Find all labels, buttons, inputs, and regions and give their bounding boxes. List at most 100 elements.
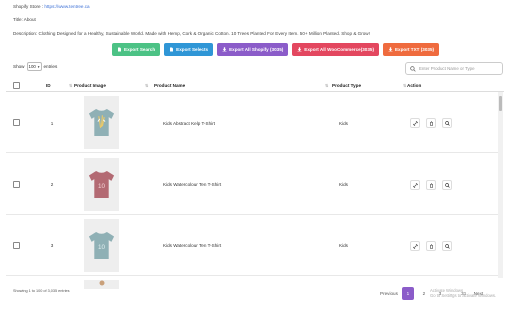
page-1-button[interactable]: 1 [401, 287, 414, 300]
header-action: Action [407, 83, 421, 88]
store-description: Description: Clothing Designed for a Hea… [13, 31, 370, 36]
link-icon [412, 120, 418, 126]
search-input[interactable]: Enter Product Name or Type [405, 62, 503, 75]
length-control: Show 100 ▾ entries [13, 62, 57, 71]
link-button[interactable] [410, 241, 420, 251]
products-table: ID ⇅ Product Image ⇅ Product Name ⇅ Prod… [6, 80, 504, 289]
windows-watermark: Activate Windows Go to Settings to activ… [430, 288, 496, 298]
table-row: 3 10 Kids Watercolour Ten T-Shirt Kids [6, 216, 499, 276]
search-placeholder: Enter Product Name or Type [419, 66, 475, 71]
header-image-label: Product Image [74, 83, 106, 88]
product-image[interactable] [84, 280, 119, 289]
export-txt-button[interactable]: Export TXT (3035) [382, 43, 440, 56]
search-icon [444, 120, 450, 126]
watermark-line-2: Go to Settings to activate Windows. [430, 293, 497, 298]
button-label: Export Selects [176, 47, 209, 52]
header-type[interactable]: Product Type [332, 83, 361, 88]
search-icon [444, 243, 450, 249]
header-image[interactable]: Product Image [74, 83, 106, 88]
row-id: 2 [50, 182, 54, 187]
export-toolbar: Export Search Export Selects Export All … [112, 43, 440, 56]
tshirt-icon: 10 [88, 232, 115, 259]
sort-icon: ⇅ [325, 83, 329, 88]
table-info: Showing 1 to 100 of 3,035 entries [13, 289, 70, 293]
header-id[interactable]: ID [46, 83, 51, 88]
button-label: Export All WooCommerce(3035) [304, 47, 374, 52]
sort-icon: ⇅ [69, 83, 73, 88]
svg-text:10: 10 [98, 244, 106, 251]
link-icon [412, 182, 418, 188]
delete-button[interactable] [426, 180, 436, 190]
link-icon [412, 243, 418, 249]
product-image[interactable]: 10 [84, 219, 119, 272]
delete-button[interactable] [426, 118, 436, 128]
product-image[interactable] [84, 96, 119, 149]
view-button[interactable] [442, 180, 452, 190]
row-checkbox[interactable] [13, 181, 20, 188]
store-title: Title: About [13, 17, 36, 22]
row-actions [410, 180, 452, 190]
header-name-label: Product Name [154, 83, 186, 88]
view-button[interactable] [442, 118, 452, 128]
trash-icon [429, 182, 433, 188]
button-label: Export All Shopify (3035) [229, 47, 284, 52]
export-all-woocommerce-button[interactable]: Export All WooCommerce(3035) [292, 43, 379, 56]
file-icon [118, 47, 121, 52]
scrollbar-thumb[interactable] [499, 96, 502, 111]
tshirt-icon [99, 280, 104, 286]
row-id: 1 [50, 121, 54, 126]
select-all-checkbox[interactable] [13, 82, 20, 89]
row-actions [410, 118, 452, 128]
product-name: Kids Abstract Kelp T-Shirt [163, 121, 215, 126]
export-all-shopify-button[interactable]: Export All Shopify (3035) [217, 43, 289, 56]
svg-text:10: 10 [98, 183, 106, 190]
header-type-label: Product Type [332, 83, 362, 88]
product-name: Kids Watercolour Ten T-Shirt [163, 182, 222, 187]
store-link[interactable]: https://www.tentree.ca [44, 4, 89, 9]
download-icon [388, 47, 393, 52]
download-icon [222, 47, 227, 52]
page-size-value: 100 [28, 64, 36, 69]
export-search-button[interactable]: Export Search [112, 43, 161, 56]
button-label: Export Search [124, 47, 156, 52]
export-selects-button[interactable]: Export Selects [164, 43, 214, 56]
link-button[interactable] [410, 118, 420, 128]
sort-icon: ⇅ [403, 83, 407, 88]
store-label: Shopify Store : [13, 4, 44, 9]
delete-button[interactable] [426, 241, 436, 251]
search-icon [410, 65, 416, 72]
table-row: 2 10 Kids Watercolour Ten T-Shirt Kids [6, 154, 499, 215]
header-action-label: Action [407, 83, 422, 88]
link-button[interactable] [410, 180, 420, 190]
row-checkbox[interactable] [13, 242, 20, 249]
row-id: 3 [50, 243, 54, 248]
tshirt-icon [88, 109, 115, 136]
header-name[interactable]: Product Name [154, 83, 185, 88]
product-image[interactable]: 10 [84, 158, 119, 211]
download-icon [297, 47, 302, 52]
sort-icon: ⇅ [145, 83, 149, 88]
product-type: Kids [339, 121, 348, 126]
row-actions [410, 241, 452, 251]
chevron-down-icon: ▾ [37, 64, 40, 69]
show-label: Show [13, 64, 25, 69]
product-type: Kids [339, 243, 348, 248]
table-scrollbar[interactable] [498, 92, 503, 278]
store-info: Shopify Store : https://www.tentree.ca [13, 4, 90, 10]
trash-icon [429, 243, 433, 249]
previous-button[interactable]: Previous [380, 291, 398, 296]
entries-label: entries [43, 64, 58, 69]
trash-icon [429, 120, 433, 126]
tshirt-icon: 10 [88, 171, 115, 198]
button-label: Export TXT (3035) [394, 47, 435, 52]
product-type: Kids [339, 182, 348, 187]
file-icon [170, 47, 174, 52]
page-size-select[interactable]: 100 ▾ [26, 62, 42, 71]
table-header: ID ⇅ Product Image ⇅ Product Name ⇅ Prod… [6, 80, 504, 92]
row-checkbox[interactable] [13, 119, 20, 126]
view-button[interactable] [442, 241, 452, 251]
product-name: Kids Watercolour Ten T-Shirt [163, 243, 222, 248]
search-icon [444, 182, 450, 188]
header-id-label: ID [46, 83, 51, 88]
page-2-button[interactable]: 2 [418, 287, 430, 300]
